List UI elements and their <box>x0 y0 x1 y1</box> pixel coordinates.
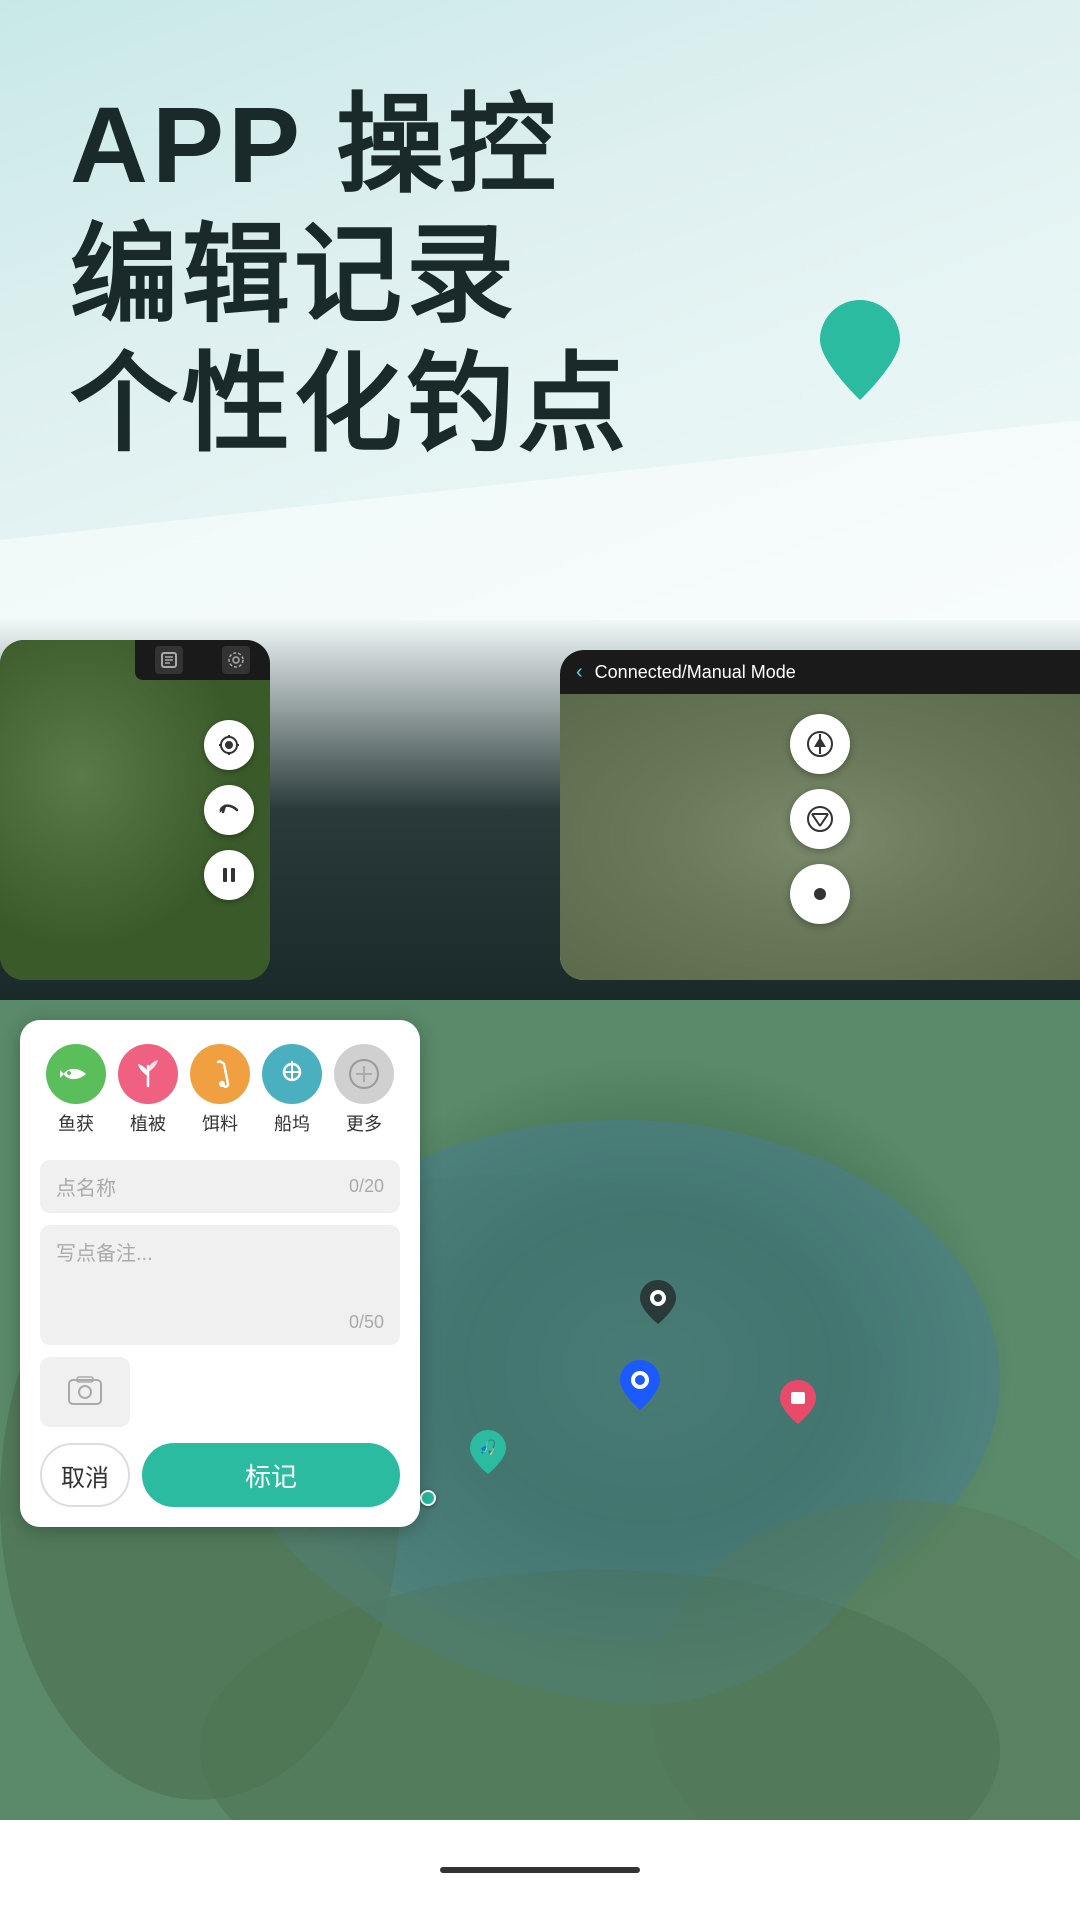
bottom-nav <box>0 1820 1080 1920</box>
hero-location-pin <box>820 300 900 400</box>
marker-types: 鱼获 植被 饵料 <box>40 1044 400 1136</box>
mark-button[interactable]: 标记 <box>142 1443 400 1507</box>
back-btn[interactable] <box>204 785 254 835</box>
map-pin-dark <box>640 1280 676 1324</box>
form-actions: 取消 标记 <box>40 1443 400 1507</box>
map-section: 🎣 鱼获 <box>0 1000 1080 1920</box>
bait-label: 饵料 <box>202 1110 238 1136</box>
hero-title-line3: 个性化钓点 <box>70 339 630 469</box>
right-ctrl-mid[interactable] <box>790 789 850 849</box>
hero-text: APP 操控 编辑记录 个性化钓点 <box>70 80 630 469</box>
right-ctrl-bot[interactable] <box>790 864 850 924</box>
bait-icon <box>190 1044 250 1104</box>
marker-type-more[interactable]: 更多 <box>334 1044 394 1136</box>
hero-title-line2: 编辑记录 <box>70 210 630 340</box>
back-chevron-icon: ‹ <box>576 661 583 684</box>
marker-type-bait[interactable]: 饵料 <box>190 1044 250 1136</box>
right-ctrl-top[interactable] <box>790 714 850 774</box>
marker-type-boat[interactable]: 船坞 <box>262 1044 322 1136</box>
left-toolbar <box>135 640 270 680</box>
image-row <box>40 1357 400 1427</box>
right-map-bg <box>560 694 1080 980</box>
screenshots-section: ‹ Connected/Manual Mode <box>0 620 1080 1000</box>
svg-text:🎣: 🎣 <box>479 1438 496 1456</box>
boat-icon <box>262 1044 322 1104</box>
map-pin-blue <box>620 1360 660 1410</box>
image-upload-box[interactable] <box>40 1357 130 1427</box>
left-map-bg <box>0 640 270 980</box>
home-indicator <box>440 1867 640 1873</box>
settings-icon[interactable] <box>222 646 250 674</box>
dialog-panel: 鱼获 植被 饵料 <box>20 1020 420 1527</box>
note-counter: 0/50 <box>349 1312 384 1333</box>
screenshot-left <box>0 640 270 980</box>
pause-btn[interactable] <box>204 850 254 900</box>
marker-type-fish[interactable]: 鱼获 <box>46 1044 106 1136</box>
location-btn[interactable] <box>204 720 254 770</box>
name-field[interactable]: 点名称 0/20 <box>40 1160 400 1213</box>
map-pin-teal: 🎣 <box>470 1430 506 1474</box>
more-icon <box>334 1044 394 1104</box>
name-counter: 0/20 <box>349 1176 384 1197</box>
map-dot-small <box>420 1490 436 1506</box>
more-label: 更多 <box>346 1110 382 1136</box>
fish-icon <box>46 1044 106 1104</box>
map-pin-pink <box>780 1380 816 1424</box>
screenshot-right: ‹ Connected/Manual Mode <box>560 650 1080 980</box>
connected-mode-text: Connected/Manual Mode <box>595 662 796 683</box>
hero-section: APP 操控 编辑记录 个性化钓点 <box>0 0 1080 620</box>
name-placeholder: 点名称 <box>56 1172 116 1201</box>
marker-type-plant[interactable]: 植被 <box>118 1044 178 1136</box>
plant-label: 植被 <box>130 1110 166 1136</box>
hero-title-line1: APP 操控 <box>70 80 630 210</box>
note-field[interactable]: 写点备注... 0/50 <box>40 1225 400 1345</box>
plant-icon <box>118 1044 178 1104</box>
cancel-button[interactable]: 取消 <box>40 1443 130 1507</box>
fish-label: 鱼获 <box>58 1110 94 1136</box>
log-icon[interactable] <box>155 646 183 674</box>
boat-label: 船坞 <box>274 1110 310 1136</box>
right-header: ‹ Connected/Manual Mode <box>560 650 1080 694</box>
note-placeholder: 写点备注... <box>56 1237 384 1266</box>
